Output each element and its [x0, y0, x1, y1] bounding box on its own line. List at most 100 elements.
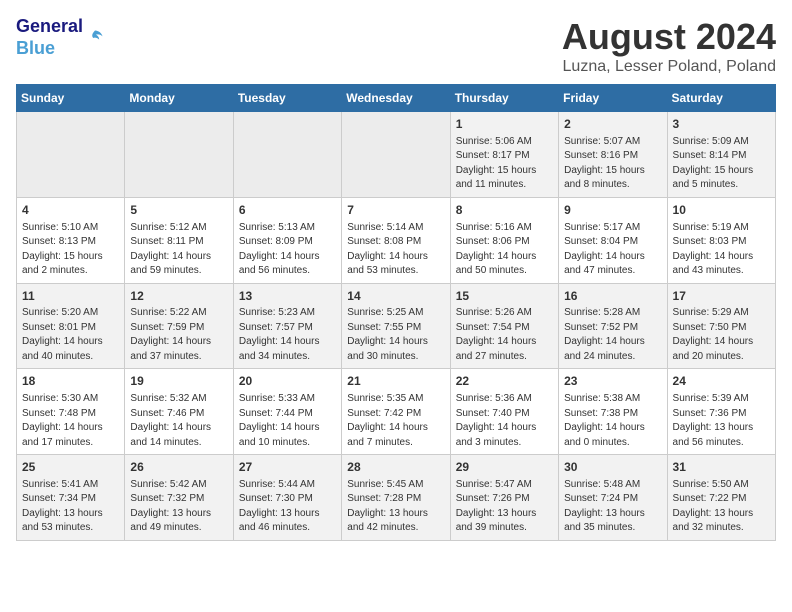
day-number: 31	[673, 459, 770, 476]
day-number: 19	[130, 373, 227, 390]
calendar-day-cell: 17Sunrise: 5:29 AM Sunset: 7:50 PM Dayli…	[667, 283, 775, 369]
day-number: 23	[564, 373, 661, 390]
calendar-day-cell: 24 Sunrise: 5:39 AM Sunset: 7:36 PM Dayli…	[667, 369, 775, 455]
day-info: Sunrise: 5:35 AM Sunset: 7:42 PM Dayligh…	[347, 392, 444, 450]
day-number: 25	[22, 459, 119, 476]
day-number: 12	[130, 288, 227, 305]
calendar-day-cell	[125, 112, 233, 198]
calendar-day-cell: 7Sunrise: 5:14 AM Sunset: 8:08 PM Daylig…	[342, 197, 450, 283]
calendar-week-row: 4 Sunrise: 5:10 AM Sunset: 8:13 PM Daylig…	[17, 197, 776, 283]
calendar-day-cell: 5 Sunrise: 5:12 AM Sunset: 8:11 PM Daylig…	[125, 197, 233, 283]
weekday-header-cell: Wednesday	[342, 85, 450, 112]
calendar-table: SundayMondayTuesdayWednesdayThursdayFrid…	[16, 84, 776, 541]
day-number: 21	[347, 373, 444, 390]
day-info: Sunrise: 5:47 AM Sunset: 7:26 PM Dayligh…	[456, 478, 553, 536]
day-number: 17	[673, 288, 770, 305]
day-info: Sunrise: 5:29 AM Sunset: 7:50 PM Dayligh…	[673, 306, 770, 364]
calendar-day-cell: 28 Sunrise: 5:45 AM Sunset: 7:28 PM Dayli…	[342, 455, 450, 541]
day-number: 8	[456, 202, 553, 219]
weekday-header-row: SundayMondayTuesdayWednesdayThursdayFrid…	[17, 85, 776, 112]
day-number: 26	[130, 459, 227, 476]
day-info: Sunrise: 5:45 AM Sunset: 7:28 PM Dayligh…	[347, 478, 444, 536]
calendar-day-cell: 22 Sunrise: 5:36 AM Sunset: 7:40 PM Dayli…	[450, 369, 558, 455]
day-info: Sunrise: 5:36 AM Sunset: 7:40 PM Dayligh…	[456, 392, 553, 450]
day-info: Sunrise: 5:19 AM Sunset: 8:03 PM Dayligh…	[673, 221, 770, 279]
calendar-week-row: 11Sunrise: 5:20 AM Sunset: 8:01 PM Dayli…	[17, 283, 776, 369]
calendar-day-cell: 6Sunrise: 5:13 AM Sunset: 8:09 PM Daylig…	[233, 197, 341, 283]
calendar-day-cell: 30 Sunrise: 5:48 AM Sunset: 7:24 PM Dayli…	[559, 455, 667, 541]
day-number: 27	[239, 459, 336, 476]
day-info: Sunrise: 5:06 AM Sunset: 8:17 PM Dayligh…	[456, 135, 553, 193]
calendar-day-cell	[17, 112, 125, 198]
logo-text: GeneralBlue	[16, 16, 83, 59]
day-info: Sunrise: 5:32 AM Sunset: 7:46 PM Dayligh…	[130, 392, 227, 450]
location-subtitle: Luzna, Lesser Poland, Poland	[562, 58, 776, 76]
title-area: August 2024 Luzna, Lesser Poland, Poland	[562, 16, 776, 76]
calendar-day-cell: 16Sunrise: 5:28 AM Sunset: 7:52 PM Dayli…	[559, 283, 667, 369]
weekday-header-cell: Saturday	[667, 85, 775, 112]
calendar-day-cell	[342, 112, 450, 198]
day-number: 11	[22, 288, 119, 305]
calendar-day-cell: 8 Sunrise: 5:16 AM Sunset: 8:06 PM Daylig…	[450, 197, 558, 283]
day-info: Sunrise: 5:23 AM Sunset: 7:57 PM Dayligh…	[239, 306, 336, 364]
day-info: Sunrise: 5:17 AM Sunset: 8:04 PM Dayligh…	[564, 221, 661, 279]
month-year-title: August 2024	[562, 16, 776, 58]
weekday-header-cell: Sunday	[17, 85, 125, 112]
day-info: Sunrise: 5:39 AM Sunset: 7:36 PM Dayligh…	[673, 392, 770, 450]
day-info: Sunrise: 5:28 AM Sunset: 7:52 PM Dayligh…	[564, 306, 661, 364]
calendar-day-cell: 18 Sunrise: 5:30 AM Sunset: 7:48 PM Dayli…	[17, 369, 125, 455]
day-number: 15	[456, 288, 553, 305]
day-info: Sunrise: 5:07 AM Sunset: 8:16 PM Dayligh…	[564, 135, 661, 193]
calendar-day-cell: 19 Sunrise: 5:32 AM Sunset: 7:46 PM Dayli…	[125, 369, 233, 455]
day-number: 1	[456, 116, 553, 133]
day-number: 28	[347, 459, 444, 476]
calendar-day-cell: 10 Sunrise: 5:19 AM Sunset: 8:03 PM Dayli…	[667, 197, 775, 283]
calendar-day-cell: 23 Sunrise: 5:38 AM Sunset: 7:38 PM Dayli…	[559, 369, 667, 455]
calendar-week-row: 18 Sunrise: 5:30 AM Sunset: 7:48 PM Dayli…	[17, 369, 776, 455]
day-number: 4	[22, 202, 119, 219]
day-info: Sunrise: 5:09 AM Sunset: 8:14 PM Dayligh…	[673, 135, 770, 193]
day-info: Sunrise: 5:14 AM Sunset: 8:08 PM Dayligh…	[347, 221, 444, 279]
weekday-header-cell: Monday	[125, 85, 233, 112]
calendar-day-cell	[233, 112, 341, 198]
calendar-day-cell: 13Sunrise: 5:23 AM Sunset: 7:57 PM Dayli…	[233, 283, 341, 369]
day-number: 10	[673, 202, 770, 219]
day-number: 18	[22, 373, 119, 390]
day-info: Sunrise: 5:30 AM Sunset: 7:48 PM Dayligh…	[22, 392, 119, 450]
day-info: Sunrise: 5:33 AM Sunset: 7:44 PM Dayligh…	[239, 392, 336, 450]
weekday-header-cell: Friday	[559, 85, 667, 112]
day-number: 30	[564, 459, 661, 476]
day-number: 24	[673, 373, 770, 390]
calendar-day-cell: 29Sunrise: 5:47 AM Sunset: 7:26 PM Dayli…	[450, 455, 558, 541]
calendar-day-cell: 9Sunrise: 5:17 AM Sunset: 8:04 PM Daylig…	[559, 197, 667, 283]
calendar-day-cell: 4 Sunrise: 5:10 AM Sunset: 8:13 PM Daylig…	[17, 197, 125, 283]
day-info: Sunrise: 5:50 AM Sunset: 7:22 PM Dayligh…	[673, 478, 770, 536]
logo: GeneralBlue	[16, 16, 105, 59]
calendar-day-cell: 12Sunrise: 5:22 AM Sunset: 7:59 PM Dayli…	[125, 283, 233, 369]
calendar-day-cell: 31 Sunrise: 5:50 AM Sunset: 7:22 PM Dayli…	[667, 455, 775, 541]
day-number: 6	[239, 202, 336, 219]
day-number: 5	[130, 202, 227, 219]
day-info: Sunrise: 5:26 AM Sunset: 7:54 PM Dayligh…	[456, 306, 553, 364]
day-info: Sunrise: 5:48 AM Sunset: 7:24 PM Dayligh…	[564, 478, 661, 536]
day-number: 14	[347, 288, 444, 305]
day-number: 22	[456, 373, 553, 390]
calendar-day-cell: 26Sunrise: 5:42 AM Sunset: 7:32 PM Dayli…	[125, 455, 233, 541]
weekday-header-cell: Tuesday	[233, 85, 341, 112]
day-info: Sunrise: 5:44 AM Sunset: 7:30 PM Dayligh…	[239, 478, 336, 536]
day-number: 2	[564, 116, 661, 133]
calendar-day-cell: 25 Sunrise: 5:41 AM Sunset: 7:34 PM Dayli…	[17, 455, 125, 541]
day-info: Sunrise: 5:10 AM Sunset: 8:13 PM Dayligh…	[22, 221, 119, 279]
calendar-day-cell: 1 Sunrise: 5:06 AM Sunset: 8:17 PM Daylig…	[450, 112, 558, 198]
logo-bird-icon	[85, 28, 105, 48]
day-number: 13	[239, 288, 336, 305]
calendar-day-cell: 15Sunrise: 5:26 AM Sunset: 7:54 PM Dayli…	[450, 283, 558, 369]
day-info: Sunrise: 5:16 AM Sunset: 8:06 PM Dayligh…	[456, 221, 553, 279]
day-number: 16	[564, 288, 661, 305]
day-info: Sunrise: 5:38 AM Sunset: 7:38 PM Dayligh…	[564, 392, 661, 450]
calendar-day-cell: 3Sunrise: 5:09 AM Sunset: 8:14 PM Daylig…	[667, 112, 775, 198]
day-number: 20	[239, 373, 336, 390]
day-info: Sunrise: 5:12 AM Sunset: 8:11 PM Dayligh…	[130, 221, 227, 279]
day-info: Sunrise: 5:41 AM Sunset: 7:34 PM Dayligh…	[22, 478, 119, 536]
weekday-header-cell: Thursday	[450, 85, 558, 112]
